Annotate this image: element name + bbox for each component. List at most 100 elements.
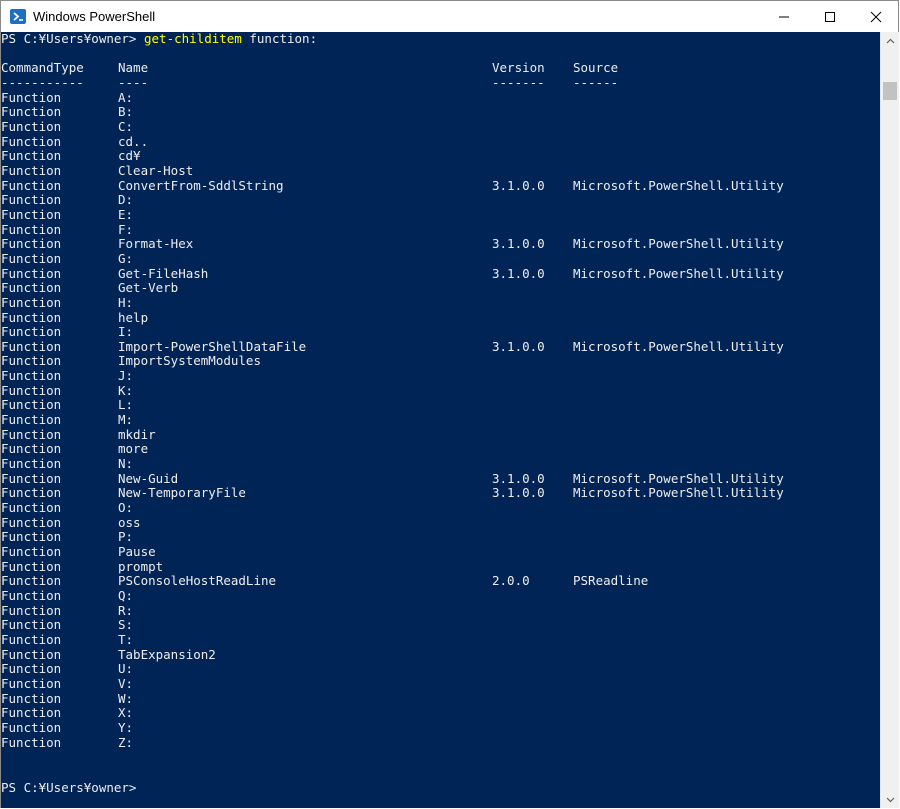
- cell-commandtype: Function: [1, 221, 62, 237]
- cell-version: 3.1.0.0: [492, 470, 545, 486]
- command-text: get-childitem: [144, 32, 242, 46]
- window-title: Windows PowerShell: [33, 9, 156, 24]
- cell-commandtype: Function: [1, 500, 62, 516]
- cell-name: E:: [118, 206, 134, 222]
- cell-name: Z:: [118, 734, 134, 750]
- cell-name: New-Guid: [118, 470, 179, 486]
- header-row: CommandType Name Version Source: [1, 61, 618, 76]
- cell-commandtype: Function: [1, 705, 62, 721]
- cell-name: R:: [118, 602, 134, 618]
- prompt: PS C:¥Users¥owner>: [1, 32, 144, 46]
- cell-commandtype: Function: [1, 192, 62, 208]
- cell-name: help: [118, 309, 149, 325]
- cell-commandtype: Function: [1, 338, 62, 354]
- cell-name: F:: [118, 221, 134, 237]
- cell-commandtype: Function: [1, 294, 62, 310]
- cell-commandtype: Function: [1, 558, 62, 574]
- cell-name: W:: [118, 690, 134, 706]
- cell-name: M:: [118, 412, 134, 428]
- minimize-button[interactable]: [761, 1, 807, 32]
- cell-version: 3.1.0.0: [492, 236, 545, 252]
- cell-name: T:: [118, 632, 134, 648]
- cell-name: oss: [118, 514, 141, 530]
- cell-commandtype: Function: [1, 617, 62, 633]
- cell-source: Microsoft.PowerShell.Utility: [573, 177, 784, 193]
- underline-name: ----: [118, 75, 149, 90]
- cell-commandtype: Function: [1, 368, 62, 384]
- cell-commandtype: Function: [1, 470, 62, 486]
- cell-source: Microsoft.PowerShell.Utility: [573, 470, 784, 486]
- cell-source: Microsoft.PowerShell.Utility: [573, 485, 784, 501]
- scroll-down-button[interactable]: [881, 791, 899, 808]
- cell-name: O:: [118, 500, 134, 516]
- cell-commandtype: Function: [1, 236, 62, 252]
- cell-name: ConvertFrom-SddlString: [118, 177, 284, 193]
- cell-commandtype: Function: [1, 588, 62, 604]
- cell-name: Q:: [118, 588, 134, 604]
- cell-name: L:: [118, 397, 134, 413]
- cell-name: TabExpansion2: [118, 646, 216, 662]
- cell-commandtype: Function: [1, 148, 62, 164]
- cell-name: cd¥: [118, 148, 141, 164]
- header-source: Source: [573, 60, 619, 76]
- header-version: Version: [492, 60, 545, 76]
- cell-name: U:: [118, 661, 134, 677]
- cell-name: D:: [118, 192, 134, 208]
- maximize-button[interactable]: [807, 1, 853, 32]
- cell-name: Pause: [118, 544, 156, 560]
- scrollbar-thumb[interactable]: [883, 82, 897, 100]
- command-argument: function:: [241, 32, 318, 46]
- minimize-icon: [779, 16, 789, 17]
- cell-name: S:: [118, 617, 134, 633]
- scroll-up-button[interactable]: [881, 32, 899, 49]
- header-commandtype: CommandType: [1, 60, 84, 76]
- command-line: PS C:¥Users¥owner> get-childitem functio…: [1, 32, 317, 47]
- vertical-scrollbar[interactable]: [880, 32, 899, 808]
- cell-name: N:: [118, 456, 134, 472]
- cell-name: Clear-Host: [118, 162, 194, 178]
- cell-source: Microsoft.PowerShell.Utility: [573, 338, 784, 354]
- cell-name: A:: [118, 89, 134, 105]
- cell-name: I:: [118, 324, 134, 340]
- title-bar[interactable]: Windows PowerShell: [1, 1, 898, 32]
- cell-name: J:: [118, 368, 134, 384]
- cell-name: cd..: [118, 133, 149, 149]
- cell-commandtype: Function: [1, 162, 62, 178]
- final-prompt: PS C:¥Users¥owner>: [1, 780, 137, 795]
- maximize-icon: [825, 11, 835, 22]
- cell-commandtype: Function: [1, 309, 62, 325]
- cell-commandtype: Function: [1, 206, 62, 222]
- cell-name: PSConsoleHostReadLine: [118, 573, 277, 589]
- close-icon: [870, 11, 882, 22]
- cell-name: ImportSystemModules: [118, 353, 261, 369]
- cell-commandtype: Function: [1, 265, 62, 281]
- cell-name: mkdir: [118, 426, 156, 442]
- cell-commandtype: Function: [1, 544, 62, 560]
- underline-source: ------: [573, 75, 619, 90]
- cell-commandtype: Function: [1, 602, 62, 618]
- cell-source: PSReadline: [573, 573, 649, 589]
- cell-version: 2.0.0: [492, 573, 530, 589]
- underline-commandtype: -----------: [1, 75, 84, 90]
- close-button[interactable]: [853, 1, 899, 32]
- cell-commandtype: Function: [1, 734, 62, 750]
- cell-name: Y:: [118, 719, 134, 735]
- cell-commandtype: Function: [1, 324, 62, 340]
- cell-name: H:: [118, 294, 134, 310]
- cell-version: 3.1.0.0: [492, 338, 545, 354]
- cell-commandtype: Function: [1, 250, 62, 266]
- powershell-icon: [10, 9, 26, 24]
- cell-commandtype: Function: [1, 280, 62, 296]
- powershell-window: Windows PowerShell PS C:¥Users¥owner> ge…: [0, 0, 899, 808]
- cell-commandtype: Function: [1, 529, 62, 545]
- cell-commandtype: Function: [1, 177, 62, 193]
- cell-version: 3.1.0.0: [492, 265, 545, 281]
- cell-name: Format-Hex: [118, 236, 194, 252]
- cell-name: C:: [118, 118, 134, 134]
- arrow-down-icon: [886, 797, 894, 802]
- header-name: Name: [118, 60, 149, 76]
- console-output[interactable]: PS C:¥Users¥owner> get-childitem functio…: [1, 32, 880, 808]
- cell-commandtype: Function: [1, 646, 62, 662]
- cell-commandtype: Function: [1, 426, 62, 442]
- cell-commandtype: Function: [1, 719, 62, 735]
